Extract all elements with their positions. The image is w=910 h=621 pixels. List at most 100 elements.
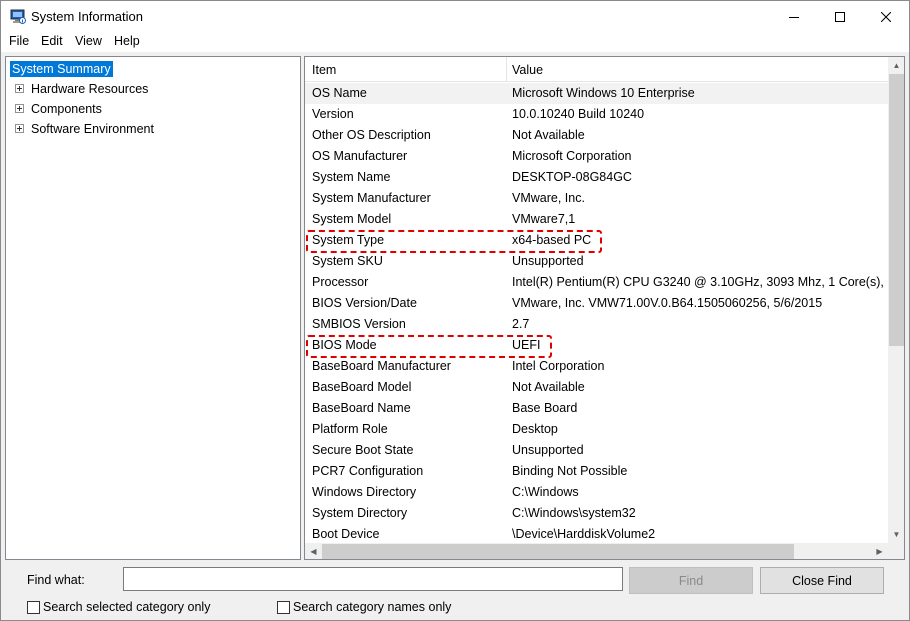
scrollbar-corner: [888, 543, 904, 559]
table-row[interactable]: System Type x64-based PC: [305, 230, 888, 251]
expand-icon[interactable]: [15, 104, 24, 113]
value-cell: Microsoft Corporation: [512, 149, 632, 163]
search-selected-category-label: Search selected category only: [43, 600, 211, 614]
item-cell: BaseBoard Manufacturer: [312, 359, 451, 373]
column-header-item[interactable]: Item: [312, 63, 336, 77]
value-cell: UEFI: [512, 338, 541, 352]
item-cell: System Name: [312, 170, 391, 184]
system-information-icon: [10, 9, 26, 24]
vertical-scroll-thumb[interactable]: [889, 74, 904, 346]
item-cell: Boot Device: [312, 527, 380, 541]
minimize-icon: [789, 16, 799, 18]
category-tree[interactable]: System Summary Hardware Resources Compon…: [5, 56, 301, 560]
table-row[interactable]: System Name DESKTOP-08G84GC: [305, 167, 888, 188]
value-cell: Binding Not Possible: [512, 464, 628, 478]
close-icon: [881, 11, 891, 22]
menu-view[interactable]: View: [75, 34, 102, 48]
table-row[interactable]: OS Name Microsoft Windows 10 Enterprise: [305, 83, 888, 104]
item-cell: System Directory: [312, 506, 408, 520]
table-row[interactable]: Platform Role Desktop: [305, 419, 888, 440]
table-row[interactable]: System Manufacturer VMware, Inc.: [305, 188, 888, 209]
item-cell: BaseBoard Name: [312, 401, 411, 415]
system-information-window: System Information File Edit View Help S…: [0, 0, 910, 621]
table-row[interactable]: SMBIOS Version 2.7: [305, 314, 888, 335]
expand-icon[interactable]: [15, 124, 24, 133]
search-category-names-checkbox[interactable]: [277, 601, 290, 614]
window-title: System Information: [31, 9, 143, 24]
expand-icon[interactable]: [15, 84, 24, 93]
table-row[interactable]: BIOS Version/Date VMware, Inc. VMW71.00V.…: [305, 293, 888, 314]
title-bar: System Information: [1, 1, 909, 32]
value-cell: Not Available: [512, 128, 585, 142]
item-cell: Windows Directory: [312, 485, 417, 499]
menu-file[interactable]: File: [9, 34, 29, 48]
value-cell: VMware, Inc.: [512, 191, 585, 205]
tree-item-label: System Summary: [10, 61, 113, 77]
table-row[interactable]: PCR7 Configuration Binding Not Possible: [305, 461, 888, 482]
column-header-value[interactable]: Value: [512, 63, 543, 77]
list-header: Item Value: [305, 57, 888, 82]
table-row[interactable]: Secure Boot State Unsupported: [305, 440, 888, 461]
value-cell: x64-based PC: [512, 233, 592, 247]
value-cell: Intel(R) Pentium(R) CPU G3240 @ 3.10GHz,…: [512, 275, 888, 289]
value-cell: VMware7,1: [512, 212, 576, 226]
value-cell: C:\Windows: [512, 485, 579, 499]
menu-help[interactable]: Help: [114, 34, 140, 48]
scroll-down-icon[interactable]: ▼: [888, 526, 904, 543]
table-row[interactable]: System Directory C:\Windows\system32: [305, 503, 888, 524]
close-button[interactable]: [863, 1, 909, 32]
find-what-input[interactable]: [123, 567, 623, 591]
item-cell: Platform Role: [312, 422, 388, 436]
value-cell: Not Available: [512, 380, 585, 394]
table-row[interactable]: BaseBoard Name Base Board: [305, 398, 888, 419]
find-what-label: Find what:: [27, 573, 85, 587]
column-divider[interactable]: [506, 57, 507, 82]
value-cell: 2.7: [512, 317, 530, 331]
minimize-button[interactable]: [771, 1, 817, 32]
value-cell: C:\Windows\system32: [512, 506, 636, 520]
item-cell: System Type: [312, 233, 385, 247]
table-row[interactable]: Boot Device \Device\HarddiskVolume2: [305, 524, 888, 543]
scroll-right-icon[interactable]: ▶: [871, 543, 888, 559]
search-category-names-label: Search category names only: [293, 600, 452, 614]
horizontal-scrollbar[interactable]: ◀ ▶: [305, 543, 888, 559]
scroll-left-icon[interactable]: ◀: [305, 543, 322, 559]
maximize-button[interactable]: [817, 1, 863, 32]
item-cell: BIOS Version/Date: [312, 296, 417, 310]
item-cell: BaseBoard Model: [312, 380, 412, 394]
horizontal-scroll-thumb[interactable]: [322, 544, 794, 559]
scroll-up-icon[interactable]: ▲: [888, 57, 904, 74]
table-row[interactable]: Other OS Description Not Available: [305, 125, 888, 146]
search-selected-category-checkbox[interactable]: [27, 601, 40, 614]
table-row[interactable]: System Model VMware7,1: [305, 209, 888, 230]
table-row[interactable]: Version 10.0.10240 Build 10240: [305, 104, 888, 125]
details-list[interactable]: Item Value OS Name Microsoft Windows 10 E…: [304, 56, 905, 560]
value-cell: Unsupported: [512, 254, 584, 268]
value-cell: 10.0.10240 Build 10240: [512, 107, 645, 121]
find-button[interactable]: Find: [629, 567, 753, 594]
item-cell: Secure Boot State: [312, 443, 414, 457]
value-cell: Intel Corporation: [512, 359, 605, 373]
menu-bar: File Edit View Help: [1, 32, 909, 52]
table-row[interactable]: BIOS Mode UEFI: [305, 335, 888, 356]
list-body: OS Name Microsoft Windows 10 Enterprise Ve…: [305, 83, 888, 543]
item-cell: SMBIOS Version: [312, 317, 406, 331]
vertical-scrollbar[interactable]: ▲ ▼: [888, 57, 904, 543]
table-row[interactable]: BaseBoard Model Not Available: [305, 377, 888, 398]
item-cell: System Model: [312, 212, 392, 226]
item-cell: Other OS Description: [312, 128, 431, 142]
item-cell: System SKU: [312, 254, 383, 268]
table-row[interactable]: Processor Intel(R) Pentium(R) CPU G3240 @…: [305, 272, 888, 293]
item-cell: Version: [312, 107, 354, 121]
close-find-button[interactable]: Close Find: [760, 567, 884, 594]
value-cell: Desktop: [512, 422, 558, 436]
value-cell: Unsupported: [512, 443, 584, 457]
table-row[interactable]: System SKU Unsupported: [305, 251, 888, 272]
item-cell: OS Manufacturer: [312, 149, 408, 163]
menu-edit[interactable]: Edit: [41, 34, 63, 48]
item-cell: OS Name: [312, 86, 367, 100]
table-row[interactable]: OS Manufacturer Microsoft Corporation: [305, 146, 888, 167]
table-row[interactable]: Windows Directory C:\Windows: [305, 482, 888, 503]
tree-item-label: Software Environment: [31, 122, 154, 136]
table-row[interactable]: BaseBoard Manufacturer Intel Corporation: [305, 356, 888, 377]
